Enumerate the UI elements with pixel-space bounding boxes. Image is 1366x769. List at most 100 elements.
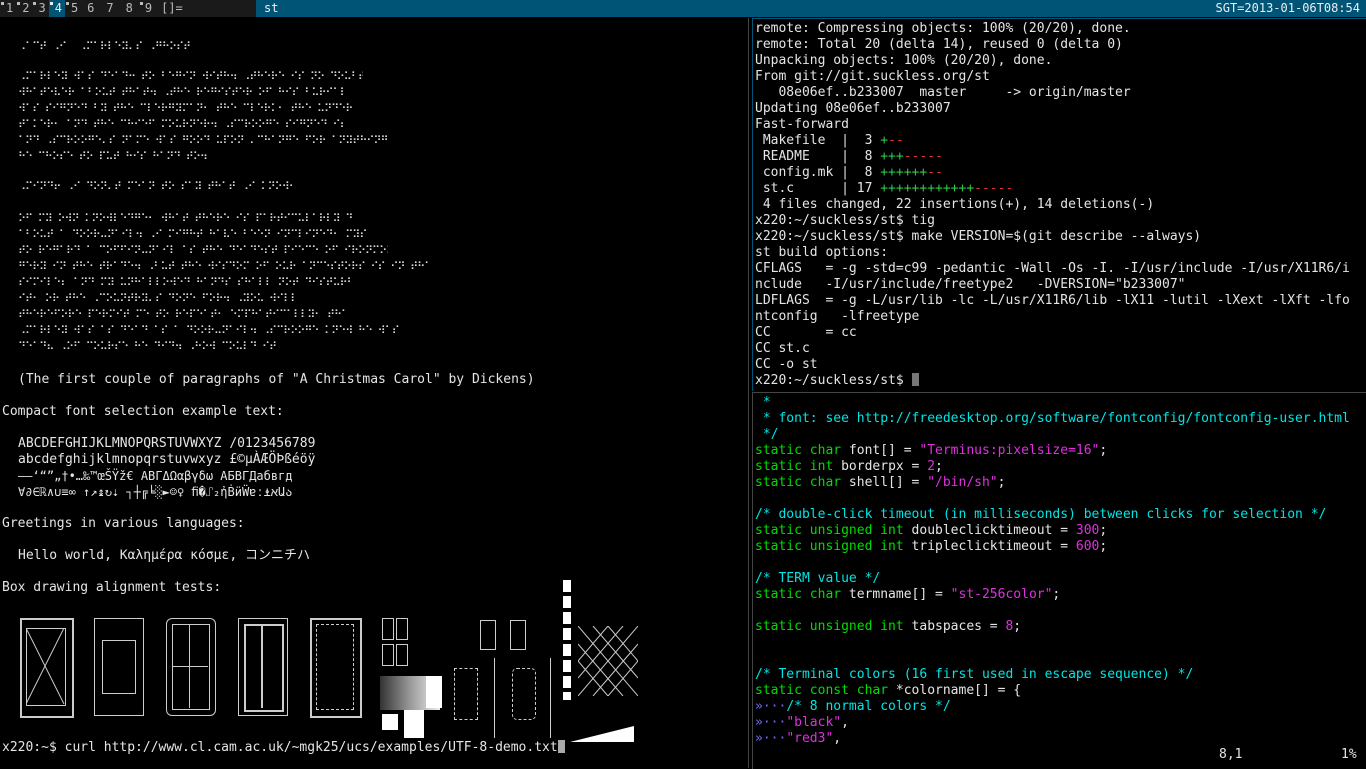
box-shape <box>244 624 284 712</box>
output-line: Fast-forward <box>755 117 849 132</box>
vim-editor[interactable]: * * font: see http://freedesktop.org/sof… <box>752 392 1366 769</box>
tag-6[interactable]: 6 <box>81 0 100 17</box>
code-line: static const char *colorname[] = { <box>755 683 1022 698</box>
window-title: st <box>256 0 1366 17</box>
caption: (The first couple of paragraphs of "A Ch… <box>18 372 535 387</box>
output-line: Updating 08e06ef..b233007 <box>755 101 951 116</box>
output-line: x220:~/suckless/st$ make VERSION=$(git d… <box>755 229 1202 244</box>
code-comment: * font: see http://freedesktop.org/softw… <box>755 411 1350 426</box>
box-small <box>396 644 408 666</box>
shell-prompt-line[interactable]: x220:~/suckless/st$ <box>755 373 919 389</box>
output-line: LDFLAGS = -g -L/usr/lib -lc -L/usr/X11R6… <box>755 293 1350 308</box>
braille-line: ⠺⠓⠁⠞⠑⠧⠑⠗ ⠁⠃⠕⠥⠞ ⠞⠓⠁⠞⠲ ⠠⠞⠓⠑ ⠗⠑⠛⠊⠎⠞⠑⠗ ⠕⠋ ⠓⠊… <box>18 86 348 99</box>
output-line: 4 files changed, 22 insertions(+), 14 de… <box>755 197 1155 212</box>
boxdraw-heading: Box drawing alignment tests: <box>2 580 222 595</box>
braille-line: ⠞⠕ ⠗⠑⠛⠁⠗⠙ ⠁ ⠉⠕⠋⠋⠊⠝⠤⠝⠁⠊⠇ ⠁⠎ ⠞⠓⠑ ⠙⠑⠁⠙⠑⠎⠞ ⠏… <box>18 244 388 257</box>
compact-heading: Compact font selection example text: <box>2 404 284 419</box>
solid-block <box>382 714 398 730</box>
code-comment: /* Terminal colors (16 first used in esc… <box>755 667 1194 682</box>
occupied-indicator <box>65 2 69 5</box>
output-line: st build options: <box>755 245 889 260</box>
braille-line: ⠛⠑⠗⠽ ⠊⠝ ⠞⠓⠑ ⠞⠗⠁⠙⠑⠲ ⠠⠃⠥⠞ ⠞⠓⠑ ⠺⠊⠎⠙⠕⠍ ⠕⠋ ⠕⠥… <box>18 260 428 273</box>
block-column <box>563 580 571 700</box>
braille-line: ⠁⠃⠕⠥⠞ ⠁ ⠙⠕⠕⠗⠤⠝⠁⠊⠇⠲ ⠠⠊ ⠍⠊⠛⠓⠞ ⠓⠁⠧⠑ ⠃⠑⠑⠝ ⠊⠝… <box>18 228 368 241</box>
terminal-left[interactable]: ⠠⠁⠉⠞ ⠠⠊⠀ ⠠⠍⠁⠗⠇⠑⠽⠄⠎ ⠠⠛⠓⠕⠎⠞ ⠠⠍⠁⠗⠇⠑⠽ ⠺⠁⠎ ⠙⠑… <box>0 18 749 768</box>
occupied-indicator <box>139 2 143 5</box>
output-line: CC st.c <box>755 341 810 356</box>
braille-line: ⠁⠝⠙ ⠠⠎⠉⠗⠕⠕⠛⠑⠄⠎ ⠝⠁⠍⠑ ⠺⠁⠎ ⠛⠕⠕⠙ ⠥⠏⠕⠝ ⠄⠉⠓⠁⠝⠛… <box>18 134 389 147</box>
box-small <box>382 618 394 640</box>
tag-3[interactable]: 3 <box>32 0 48 17</box>
tag-8[interactable]: 8 <box>120 0 139 17</box>
code-line: static unsigned int tabspaces = 8; <box>755 619 1022 634</box>
box-divider <box>172 666 208 667</box>
box-shape <box>102 640 136 694</box>
code-line: static int borderpx = 2; <box>755 459 943 474</box>
code-comment: */ <box>755 427 779 442</box>
tag-1[interactable]: 1 <box>0 0 16 17</box>
braille-line: ⠕⠋ ⠍⠽ ⠕⠺⠝ ⠅⠝⠕⠺⠇⠑⠙⠛⠑⠂ ⠺⠓⠁⠞ ⠞⠓⠑⠗⠑ ⠊⠎ ⠏⠁⠗⠞⠊… <box>18 212 353 225</box>
box-cross <box>26 628 65 705</box>
code-line: »···/* 8 normal colors */ <box>755 699 951 714</box>
tag-7[interactable]: 7 <box>100 0 119 17</box>
output-line: From git://git.suckless.org/st <box>755 69 990 84</box>
output-line: CC = cc <box>755 325 857 340</box>
braille-line: ⠓⠑ ⠉⠓⠕⠎⠑ ⠞⠕ ⠏⠥⠞ ⠓⠊⠎ ⠓⠁⠝⠙ ⠞⠕⠲ <box>18 150 208 163</box>
layout-symbol[interactable]: []= <box>155 0 189 17</box>
code-comment: * <box>755 395 771 410</box>
diffstat-row: config.mk | 8 ++++++-- <box>755 165 943 180</box>
staircase-blocks <box>570 726 634 742</box>
output-line: nclude -I/usr/include/freetype2 -DVERSIO… <box>755 277 1186 292</box>
output-line: CC -o st <box>755 357 818 372</box>
occupied-indicator <box>33 2 37 5</box>
output-line: remote: Total 20 (delta 14), reused 0 (d… <box>755 37 1123 52</box>
text-cursor <box>557 740 565 753</box>
braille-line: ⠙⠑⠁⠙⠦ ⠠⠕⠋ ⠉⠕⠥⠗⠎⠑ ⠓⠑ ⠙⠊⠙⠲ ⠠⠓⠕⠺ ⠉⠕⠥⠇⠙ ⠊⠞ <box>18 340 277 353</box>
compact-line: ∀∂∈ℝ∧∪≡∞ ↑↗↨↻⇣ ┐┼╔╘░►☺♀ ﬁ�⑀₂ἠḂӥẄɐː⍎אԱა <box>18 485 293 499</box>
code-line: »···"black", <box>755 715 849 730</box>
braille-line: ⠠⠍⠁⠗⠇⠑⠽ ⠺⠁⠎ ⠁⠎ ⠙⠑⠁⠙ ⠁⠎ ⠁ ⠙⠕⠕⠗⠤⠝⠁⠊⠇⠲ ⠠⠎⠉⠗… <box>18 324 400 337</box>
braille-line: ⠠⠍⠊⠝⠙⠖ ⠠⠊ ⠙⠕⠝⠄⠞ ⠍⠑⠁⠝ ⠞⠕ ⠎⠁⠽ ⠞⠓⠁⠞ ⠠⠊ ⠅⠝⠕⠺… <box>18 180 297 193</box>
box-small <box>510 620 526 650</box>
diffstat-row: Makefile | 3 +-- <box>755 133 904 148</box>
occupied-indicator <box>49 2 53 5</box>
output-line: x220:~/suckless/st$ tig <box>755 213 936 228</box>
compact-line: –—‘“”„†•…‰™œŠŸž€ ΑΒΓΔΩαβγδω АБВГДабвгд <box>18 469 293 483</box>
code-line: static unsigned int tripleclicktimeout =… <box>755 539 1108 554</box>
code-line: »···"red3", <box>755 731 842 746</box>
compact-line: abcdefghijklmnopqrstuvwxyz £©µÀÆÖÞßéöÿ <box>18 452 316 467</box>
output-line: Unpacking objects: 100% (20/20), done. <box>755 53 1053 68</box>
output-line: remote: Compressing objects: 100% (20/20… <box>755 21 1131 36</box>
diffstat-row: README | 8 +++----- <box>755 149 943 164</box>
status-clock: SGT=2013-01-06T08:54 <box>1215 1 1361 15</box>
output-line: 08e06ef..b233007 master -> origin/master <box>755 85 1131 100</box>
cursor-position: 8,1 <box>1219 747 1243 762</box>
occupied-indicator <box>1 2 4 5</box>
output-line: ntconfig -lfreetype <box>755 309 920 324</box>
vline <box>550 658 551 738</box>
shell-prompt-line[interactable]: x220:~$ curl http://www.cl.cam.ac.uk/~mg… <box>2 740 565 756</box>
code-comment: /* TERM value */ <box>755 571 881 586</box>
tag-5[interactable]: 5 <box>65 0 81 17</box>
box-small <box>382 644 394 666</box>
braille-line: ⠺⠁⠎ ⠎⠊⠛⠝⠑⠙ ⠃⠽ ⠞⠓⠑ ⠉⠇⠑⠗⠛⠽⠍⠁⠝⠂ ⠞⠓⠑ ⠉⠇⠑⠗⠅⠂ … <box>18 102 353 115</box>
braille-line: ⠊⠞⠂ ⠕⠗ ⠞⠓⠑ ⠠⠉⠕⠥⠝⠞⠗⠽⠄⠎ ⠙⠕⠝⠑ ⠋⠕⠗⠲ ⠠⠽⠕⠥ ⠺⠊⠇… <box>18 292 298 305</box>
code-line: static char shell[] = "/bin/sh"; <box>755 475 1006 490</box>
code-comment: /* double-click timeout (in milliseconds… <box>755 507 1327 522</box>
dashed-box <box>454 668 478 720</box>
tag-4-selected[interactable]: 4 <box>48 0 65 17</box>
top-bar: 1 2 3 4 5 6 7 8 9 []= st SGT=2013-01-06T… <box>0 0 1366 17</box>
braille-line: ⠞⠓⠑⠗⠑⠋⠕⠗⠑ ⠏⠑⠗⠍⠊⠞ ⠍⠑ ⠞⠕ ⠗⠑⠏⠑⠁⠞⠂ ⠑⠍⠏⠓⠁⠞⠊⠉⠁… <box>18 308 348 321</box>
braille-line: ⠠⠍⠁⠗⠇⠑⠽ ⠺⠁⠎ ⠙⠑⠁⠙⠒ ⠞⠕ ⠃⠑⠛⠊⠝ ⠺⠊⠞⠓⠲ ⠠⠞⠓⠑⠗⠑ … <box>18 70 363 83</box>
solid-block <box>426 676 442 708</box>
diffstat-row: st.c | 17 ++++++++++++----- <box>755 181 1014 196</box>
box-shape <box>172 624 210 710</box>
diagonal-lattice <box>578 626 638 696</box>
code-line: static char font[] = "Terminus:pixelsize… <box>755 443 1108 458</box>
terminal-git[interactable]: remote: Compressing objects: 100% (20/20… <box>752 18 1366 391</box>
box-small <box>480 620 496 650</box>
tag-2[interactable]: 2 <box>16 0 32 17</box>
code-line: static char termname[] = "st-256color"; <box>755 587 1061 602</box>
tag-9[interactable]: 9 <box>139 0 155 17</box>
greetings-line: Hello world, Καλημέρα κόσμε, コンニチハ <box>18 548 310 563</box>
